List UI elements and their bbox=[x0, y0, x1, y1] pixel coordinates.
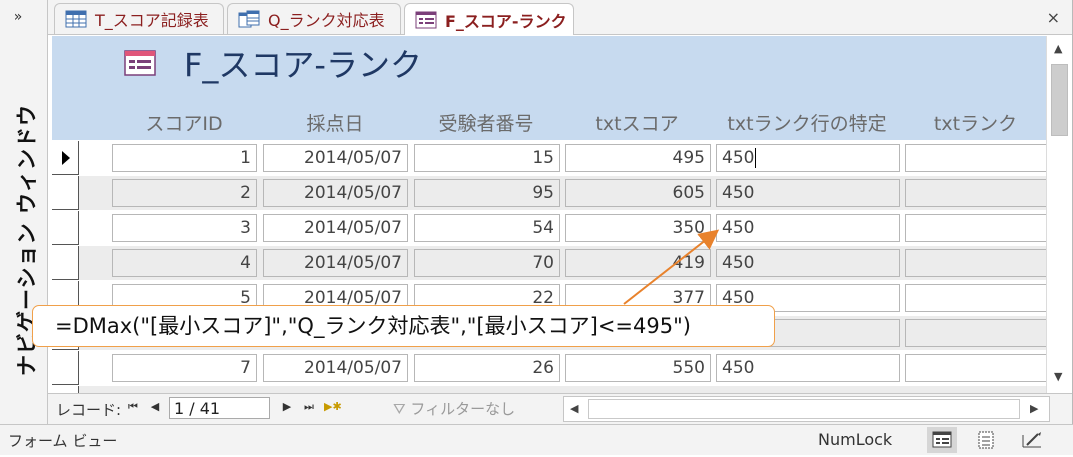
column-header-score-id: スコアID bbox=[145, 113, 223, 135]
record-row: 4 2014/05/07 70 419 450 bbox=[52, 246, 1046, 280]
design-view-button[interactable] bbox=[1017, 427, 1047, 453]
table-icon bbox=[65, 10, 87, 28]
txt-rank-field[interactable] bbox=[905, 179, 1046, 207]
expand-nav-icon[interactable]: » bbox=[6, 6, 30, 28]
record-selector[interactable] bbox=[52, 246, 79, 280]
form-icon bbox=[124, 50, 156, 76]
tab-score-table[interactable]: T_スコア記録表 bbox=[54, 3, 224, 34]
view-mode-label: フォーム ビュー bbox=[8, 432, 118, 450]
current-record-input[interactable]: 1 / 41 bbox=[169, 397, 270, 419]
column-header-txt-score: txtスコア bbox=[595, 113, 679, 135]
field-value: 450 bbox=[722, 148, 755, 168]
scroll-down-icon[interactable]: ▼ bbox=[1054, 370, 1062, 383]
form-icon bbox=[415, 11, 437, 28]
form-title: F_スコア-ランク bbox=[184, 46, 422, 84]
txt-rank-field[interactable] bbox=[905, 249, 1046, 277]
navigation-pane[interactable]: » ナビゲーション ウィンドウ bbox=[0, 0, 48, 424]
numlock-indicator: NumLock bbox=[818, 430, 893, 449]
txt-rank-field[interactable] bbox=[905, 319, 1046, 347]
txt-rank-field[interactable] bbox=[905, 144, 1046, 172]
txt-score-field[interactable]: 350 bbox=[565, 214, 711, 242]
column-header-txt-rank: txtランク bbox=[933, 113, 1018, 135]
score-id-field[interactable]: 4 bbox=[112, 249, 257, 277]
score-id-field[interactable]: 1 bbox=[112, 144, 257, 172]
scroll-thumb[interactable] bbox=[588, 399, 1020, 419]
vertical-scrollbar[interactable]: ▲ ▼ bbox=[1046, 36, 1072, 393]
form-header: F_スコア-ランク スコアID 採点日 受験者番号 txtスコア txtランク行… bbox=[52, 36, 1046, 140]
date-field[interactable]: 2014/05/07 bbox=[263, 249, 408, 277]
tab-rank-query[interactable]: Q_ランク対応表 bbox=[227, 3, 401, 34]
record-row bbox=[52, 386, 1046, 393]
examinee-field[interactable]: 26 bbox=[414, 354, 560, 382]
record-label: レコード: bbox=[56, 401, 122, 419]
next-record-icon[interactable]: ▶ bbox=[280, 400, 294, 413]
score-id-field[interactable]: 2 bbox=[112, 179, 257, 207]
scroll-up-icon[interactable]: ▲ bbox=[1054, 42, 1062, 55]
record-selector[interactable] bbox=[52, 386, 79, 393]
layout-view-icon bbox=[978, 431, 994, 449]
column-header-date: 採点日 bbox=[306, 113, 364, 135]
txt-score-field[interactable]: 419 bbox=[565, 249, 711, 277]
first-record-icon[interactable]: ⏮ bbox=[126, 400, 140, 414]
txt-rank-row-field[interactable]: 450 bbox=[716, 249, 900, 277]
examinee-field[interactable]: 95 bbox=[414, 179, 560, 207]
tab-label: F_スコア-ランク bbox=[445, 11, 567, 31]
tab-label: T_スコア記録表 bbox=[95, 11, 209, 30]
record-selector[interactable] bbox=[52, 351, 79, 385]
scroll-right-icon[interactable]: ▶ bbox=[1030, 402, 1038, 415]
date-field[interactable]: 2014/05/07 bbox=[263, 214, 408, 242]
column-header-txt-rank-row: txtランク行の特定 bbox=[727, 113, 887, 135]
horizontal-scrollbar[interactable]: ◀ ▶ bbox=[563, 396, 1050, 422]
scroll-left-icon[interactable]: ◀ bbox=[570, 402, 578, 415]
record-row: 2 2014/05/07 95 605 450 bbox=[52, 176, 1046, 210]
tab-score-rank-form[interactable]: F_スコア-ランク bbox=[404, 3, 574, 35]
funnel-icon: ⛛ bbox=[393, 400, 406, 418]
examinee-field[interactable]: 70 bbox=[414, 249, 560, 277]
record-navigator: レコード: ⏮ ◀ 1 / 41 ▶ ⏭ ▶✱ ⛛ フィルターなし ◀ ▶ bbox=[48, 393, 1072, 424]
previous-record-icon[interactable]: ◀ bbox=[148, 400, 162, 413]
txt-rank-row-field[interactable]: 450 bbox=[716, 179, 900, 207]
txt-rank-row-field[interactable]: 450 bbox=[716, 144, 900, 172]
query-icon bbox=[238, 10, 260, 28]
txt-rank-field[interactable] bbox=[905, 284, 1046, 312]
column-header-examinee: 受験者番号 bbox=[438, 113, 534, 135]
txt-score-field[interactable]: 605 bbox=[565, 179, 711, 207]
txt-score-field[interactable]: 495 bbox=[565, 144, 711, 172]
date-field[interactable]: 2014/05/07 bbox=[263, 179, 408, 207]
txt-rank-field[interactable] bbox=[905, 354, 1046, 382]
score-id-field[interactable]: 7 bbox=[112, 354, 257, 382]
layout-view-button[interactable] bbox=[971, 427, 1001, 453]
close-icon[interactable]: × bbox=[1047, 8, 1060, 27]
filter-status[interactable]: ⛛ フィルターなし bbox=[393, 398, 515, 419]
design-view-icon bbox=[1022, 432, 1041, 448]
tab-label: Q_ランク対応表 bbox=[268, 11, 385, 30]
form-detail: 1 2014/05/07 15 495 450 2 2014/05/07 95 … bbox=[52, 141, 1046, 393]
status-bar: フォーム ビュー NumLock bbox=[0, 424, 1073, 455]
document-tabs: T_スコア記録表 Q_ランク対応表 F_スコア-ランク × bbox=[48, 0, 1072, 35]
filter-label: フィルターなし bbox=[410, 400, 516, 418]
date-field[interactable]: 2014/05/07 bbox=[263, 354, 408, 382]
current-record-icon bbox=[62, 151, 70, 165]
record-selector[interactable] bbox=[52, 141, 79, 175]
record-row: 3 2014/05/07 54 350 450 bbox=[52, 211, 1046, 245]
examinee-field[interactable]: 15 bbox=[414, 144, 560, 172]
last-record-icon[interactable]: ⏭ bbox=[302, 400, 316, 414]
txt-rank-field[interactable] bbox=[905, 214, 1046, 242]
formula-callout: =DMax("[最小スコア]","Q_ランク対応表","[最小スコア]<=495… bbox=[32, 305, 775, 347]
date-field[interactable]: 2014/05/07 bbox=[263, 144, 408, 172]
form-view-icon bbox=[932, 431, 952, 448]
record-selector[interactable] bbox=[52, 211, 79, 245]
scroll-thumb[interactable] bbox=[1051, 64, 1068, 136]
form-view-button[interactable] bbox=[927, 427, 957, 453]
score-id-field[interactable]: 3 bbox=[112, 214, 257, 242]
txt-score-field[interactable]: 550 bbox=[565, 354, 711, 382]
new-record-icon[interactable]: ▶✱ bbox=[324, 400, 342, 413]
txt-rank-row-field[interactable]: 450 bbox=[716, 214, 900, 242]
txt-rank-row-field[interactable]: 450 bbox=[716, 354, 900, 382]
text-caret bbox=[755, 148, 757, 168]
record-row: 1 2014/05/07 15 495 450 bbox=[52, 141, 1046, 175]
record-row: 7 2014/05/07 26 550 450 bbox=[52, 351, 1046, 385]
examinee-field[interactable]: 54 bbox=[414, 214, 560, 242]
record-selector[interactable] bbox=[52, 176, 79, 210]
